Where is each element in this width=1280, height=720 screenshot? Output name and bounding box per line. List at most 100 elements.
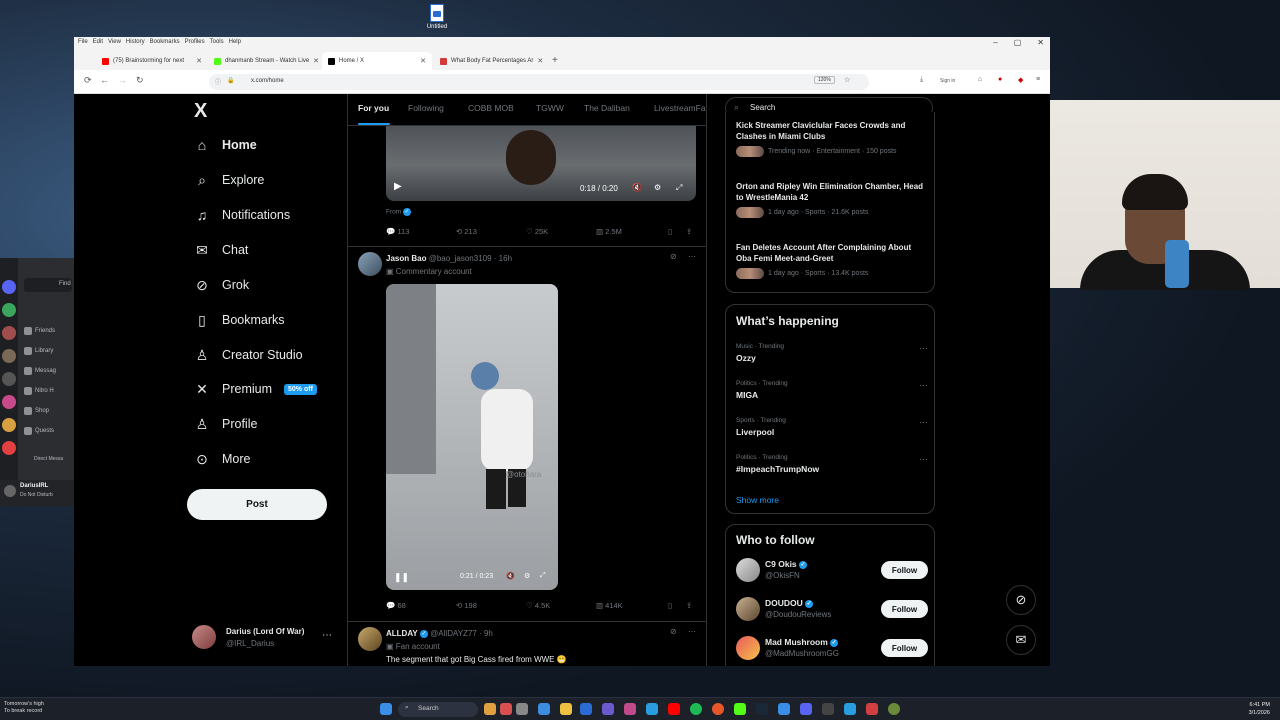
url-field[interactable]: ⓘ 🔒 x.com/home [209,74,869,90]
close-tab-icon[interactable]: ✕ [537,57,543,65]
envelope-icon[interactable]: ✉ [1006,625,1036,655]
author-name[interactable]: Jason Bao [386,254,426,263]
site-info-icon[interactable]: ⓘ [215,77,221,86]
tab-kick[interactable]: dhanmanb Stream - Watch Live ✕ [208,52,320,70]
tweet-time[interactable]: · 9h [479,629,493,638]
menu-profiles[interactable]: Profiles [185,39,205,45]
server-icon[interactable] [2,303,16,317]
app-icon[interactable] [734,703,746,715]
close-tab-icon[interactable]: ✕ [196,57,202,65]
x-logo-icon[interactable]: X [194,100,207,123]
tab-the-daliban[interactable]: The Daliban [584,103,630,113]
share-icon[interactable]: ⇪ [686,227,692,236]
tab-tgww[interactable]: TGWW [536,103,564,113]
follow-button[interactable]: Follow [881,561,928,579]
sign-in-button[interactable]: Sign in [940,78,955,84]
like-button[interactable]: ♡ 4.5K [526,601,550,610]
follow-button[interactable]: Follow [881,600,928,618]
server-icon[interactable] [2,418,16,432]
author-handle[interactable]: @bao_jason3109 [429,254,492,263]
taskbar-search[interactable]: ⌕ Search [398,702,478,717]
sidebar-toggle-icon[interactable]: ⟳ [84,75,92,86]
fullscreen-icon[interactable]: ⤢ [540,572,546,580]
menu-help[interactable]: Help [229,39,241,45]
sidebar-item-more[interactable]: ⊙ More [194,446,250,472]
server-icon[interactable] [2,395,16,409]
tweet-time[interactable]: · 16h [494,254,512,263]
sidebar-item-grok[interactable]: ⊘ Grok [194,272,249,298]
menu-edit[interactable]: Edit [93,39,103,45]
extension-icon[interactable]: ⌂ [978,76,982,83]
tab-cobb-mob[interactable]: COBB MOB [468,103,514,113]
discord-nav-messages[interactable]: Messag [35,368,56,374]
author-name[interactable]: ALLDAY [386,629,418,638]
windows-start-icon[interactable] [380,703,392,715]
show-more-link[interactable]: Show more [736,495,779,505]
tab-for-you[interactable]: For you [358,103,389,113]
news-item[interactable]: Orton and Ripley Win Elimination Chamber… [736,181,928,218]
sidebar-item-home[interactable]: ⌂ Home [194,132,257,158]
app-icon[interactable] [484,703,496,715]
more-dots-icon[interactable]: ⋯ [322,630,332,641]
grok-icon[interactable]: ⊘ [670,627,677,636]
app-icon[interactable] [866,703,878,715]
app-icon[interactable] [624,703,636,715]
account-switcher[interactable]: Darius (Lord Of War) @IRL_Darius ⋯ [192,622,342,650]
close-tab-icon[interactable]: ✕ [420,57,426,65]
fullscreen-icon[interactable]: ⤢ [676,183,682,193]
avatar[interactable] [358,252,382,276]
minimize-icon[interactable]: – [993,38,997,47]
author-handle[interactable]: @AllDAYZ77 [430,629,477,638]
more-dots-icon[interactable]: ⋯ [919,417,928,428]
post-button[interactable]: Post [187,489,327,520]
more-dots-icon[interactable]: ⋯ [688,252,696,261]
news-item[interactable]: Fan Deletes Account After Complaining Ab… [736,242,928,279]
discord-user-panel[interactable]: DariusIRL Do Not Disturb [0,480,74,506]
mute-icon[interactable]: 🔇 [632,183,642,192]
zoom-indicator[interactable]: 120% [814,76,835,84]
repost-button[interactable]: ⟲ 213 [456,227,477,236]
trend-item[interactable]: Sports · Trending Liverpool ⋯ [736,417,928,437]
follow-suggestion[interactable]: C9 Okis ✓ @OkisFN Follow [736,556,928,584]
sidebar-item-creator-studio[interactable]: ♙ Creator Studio [194,342,303,368]
taskbar-clock[interactable]: 6:41 PM 3/1/2026 [1249,701,1270,717]
grok-icon[interactable]: ⊘ [1006,585,1036,615]
tab-x-home[interactable]: Home / X ✕ [322,52,432,70]
discord-icon[interactable] [800,703,812,715]
menu-tools[interactable]: Tools [210,39,224,45]
sidebar-item-profile[interactable]: ♙ Profile [194,411,258,437]
download-icon[interactable]: ⤓ [920,76,923,84]
new-tab-icon[interactable]: + [552,55,558,66]
like-button[interactable]: ♡ 25K [526,227,548,236]
app-icon[interactable] [538,703,550,715]
news-item[interactable]: Kick Streamer Claviclular Faces Crowds a… [736,120,928,157]
reply-button[interactable]: 💬 113 [386,227,409,236]
youtube-icon[interactable] [668,703,680,715]
weather-widget[interactable]: Tomorrow's high To break record [4,701,44,715]
sidebar-item-chat[interactable]: ✉ Chat [194,237,248,263]
app-icon[interactable] [500,703,512,715]
teams-icon[interactable] [602,703,614,715]
discord-nav-nitro[interactable]: Nitro H [35,388,54,394]
more-dots-icon[interactable]: ⋯ [688,627,696,636]
reload-icon[interactable]: ↻ [136,75,144,86]
trend-item[interactable]: Politics · Trending #ImpeachTrumpNow ⋯ [736,454,928,474]
close-tab-icon[interactable]: ✕ [313,57,319,65]
bookmark-icon[interactable]: ▯ [668,227,672,236]
reply-button[interactable]: 💬 68 [386,601,406,610]
tab-livestreamfa[interactable]: LivestreamFa [654,103,706,113]
tab-following[interactable]: Following [408,103,444,113]
trend-item[interactable]: Politics · Trending MIGA ⋯ [736,380,928,400]
menu-icon[interactable]: ≡ [1036,76,1040,83]
follow-suggestion[interactable]: DOUDOU ✓ @DoudouReviews Follow [736,595,928,623]
firefox-icon[interactable] [712,703,724,715]
maximize-icon[interactable]: ▢ [1014,38,1022,47]
follow-suggestion[interactable]: Mad Mushroom ✓ @MadMushroomGG Follow [736,634,928,662]
extension-icon[interactable]: ● [998,76,1002,83]
tweet-video[interactable]: @otohara ❚❚ 0:21 / 0:23 🔇 ⚙ ⤢ [386,284,558,590]
repost-button[interactable]: ⟲ 198 [456,601,477,610]
trend-item[interactable]: Music · Trending Ozzy ⋯ [736,343,928,363]
views-button[interactable]: ▥ 414K [596,601,623,610]
grok-icon[interactable]: ⊘ [670,252,677,261]
sidebar-item-premium[interactable]: ✕ Premium 50% off [194,376,317,402]
